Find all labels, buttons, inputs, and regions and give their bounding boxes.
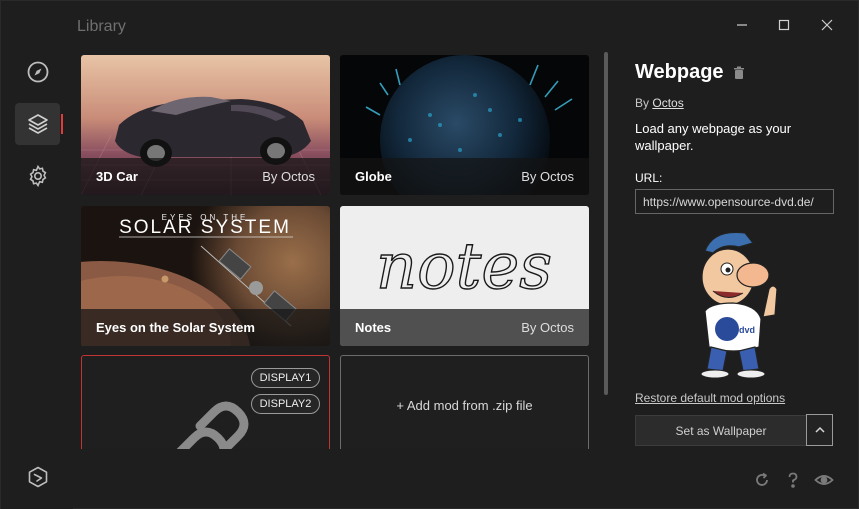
mod-card-notes[interactable]: notes Notes By Octos (340, 206, 589, 346)
close-button[interactable] (815, 13, 839, 37)
card-author: By Octos (521, 320, 574, 335)
eye-icon (814, 475, 834, 485)
mod-author: By Octos (635, 96, 835, 110)
gear-icon (29, 164, 46, 188)
url-label: URL: (635, 171, 663, 185)
mod-card-3d-car[interactable]: 3D Car By Octos (81, 55, 330, 195)
add-mod-label: + Add mod from .zip file (396, 397, 533, 413)
mod-title: Webpage (635, 61, 724, 83)
card-author: By Octos (262, 169, 315, 184)
help-button[interactable] (782, 469, 804, 491)
mod-description: Load any webpage as your wallpaper. (635, 121, 792, 153)
expand-options-button[interactable] (806, 414, 833, 446)
mascot-badge: dvd (739, 325, 755, 335)
layers-icon (27, 114, 48, 134)
sidebar-library-button[interactable] (15, 103, 63, 145)
close-icon (821, 19, 833, 31)
add-mod-button[interactable]: + Add mod from .zip file (340, 355, 589, 449)
refresh-button[interactable] (751, 469, 773, 491)
display1-button[interactable]: DISPLAY1 (251, 368, 320, 388)
mod-grid: 3D Car By Octos Globe By Octos EYES ON T… (81, 55, 593, 449)
set-wallpaper-button[interactable]: Set as Wallpaper (635, 415, 807, 446)
active-indicator (61, 114, 63, 134)
sidebar (1, 1, 73, 509)
card-name: Globe (355, 169, 392, 184)
url-input[interactable] (635, 189, 834, 214)
chevron-up-icon (814, 426, 825, 433)
mod-title-row: Webpage (635, 61, 835, 84)
card-name: 3D Car (96, 169, 138, 184)
card-footer: Notes By Octos (340, 309, 589, 346)
minimize-icon (737, 24, 747, 26)
minimize-button[interactable] (730, 13, 754, 37)
refresh-icon (756, 472, 768, 486)
trash-icon[interactable] (732, 66, 746, 80)
mod-details-panel: Webpage By Octos Load any webpage as you… (635, 61, 835, 446)
card-name: Notes (355, 320, 392, 335)
sidebar-settings-button[interactable] (15, 155, 60, 197)
sidebar-explore-button[interactable] (15, 51, 60, 93)
notes-handwriting: notes (376, 230, 552, 304)
app-window: Library 3D Car By Octos Globe By Octos E… (0, 0, 859, 509)
mod-card-webpage[interactable]: DISPLAY1 DISPLAY2 (81, 355, 330, 449)
solar-art-title: SOLAR SYSTEM (119, 217, 291, 238)
card-author: By Octos (521, 169, 574, 184)
window-title: Library (77, 18, 126, 35)
card-name: Eyes on the Solar System (96, 320, 255, 335)
question-mark-icon (788, 472, 798, 488)
app-logo-button[interactable] (15, 456, 60, 498)
octos-logo-icon (28, 466, 47, 488)
maximize-icon (778, 19, 790, 31)
card-footer: 3D Car By Octos (81, 158, 330, 195)
preview-button[interactable] (813, 469, 835, 491)
mod-card-solar-system[interactable]: EYES ON THE SOLAR SYSTEM Eyes on the Sol… (81, 206, 330, 346)
restore-defaults-link[interactable]: Restore default mod options (635, 391, 785, 405)
author-prefix: By (635, 96, 650, 110)
dvd-mascot-image: dvd (700, 231, 778, 379)
author-link[interactable]: Octos (652, 96, 683, 110)
display2-button[interactable]: DISPLAY2 (251, 394, 320, 414)
card-footer: Globe By Octos (340, 158, 589, 195)
grid-scrollbar[interactable] (604, 52, 608, 395)
maximize-button[interactable] (772, 13, 796, 37)
mod-card-globe[interactable]: Globe By Octos (340, 55, 589, 195)
compass-icon (27, 61, 48, 83)
card-footer: Eyes on the Solar System (81, 309, 330, 346)
